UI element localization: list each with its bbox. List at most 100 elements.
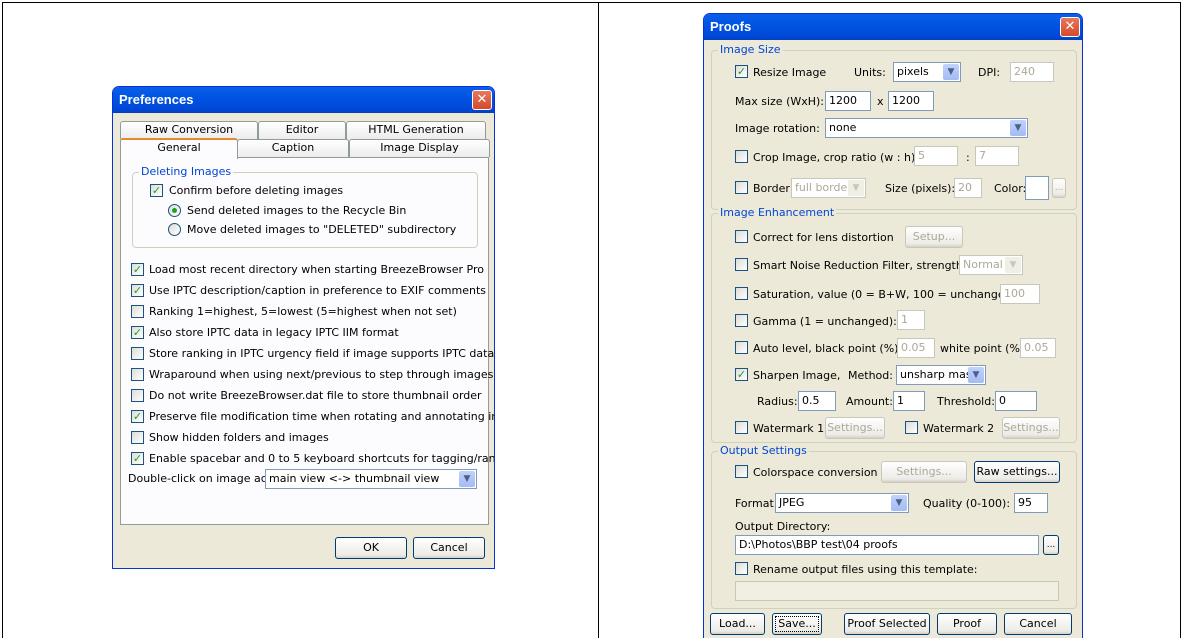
close-icon[interactable]: ✕ [472, 90, 492, 110]
recycle-radio[interactable] [168, 204, 181, 217]
tab-general[interactable]: General [120, 138, 238, 159]
option-checkbox[interactable]: ✓ [131, 284, 144, 297]
ok-button[interactable]: OK [335, 537, 407, 559]
option-label: Load most recent directory when starting… [149, 263, 484, 276]
tab-editor[interactable]: Editor [258, 121, 346, 139]
color-swatch[interactable] [1025, 176, 1049, 200]
option-checkbox[interactable]: ✓ [131, 263, 144, 276]
gamma-input[interactable]: 1 [897, 310, 925, 330]
tab-html-generation[interactable]: HTML Generation [346, 121, 486, 139]
cancel-button[interactable]: Cancel [413, 537, 485, 559]
gamma-checkbox[interactable] [735, 314, 748, 327]
move-radio[interactable] [168, 223, 181, 236]
option-checkbox[interactable] [131, 431, 144, 444]
saturation-input[interactable]: 100 [1000, 284, 1040, 304]
tab-raw-conversion[interactable]: Raw Conversion [120, 121, 258, 139]
color-picker-button[interactable]: ... [1052, 178, 1066, 198]
rotation-select[interactable]: none ▼ [825, 118, 1028, 138]
deleting-images-group: Deleting Images ✓ Confirm before deletin… [132, 165, 478, 248]
watermark2-settings-button[interactable]: Settings... [1002, 417, 1060, 439]
autolevel-checkbox[interactable] [735, 341, 748, 354]
option-checkbox[interactable] [131, 368, 144, 381]
tab-panel: Deleting Images ✓ Confirm before deletin… [120, 157, 494, 525]
load-button[interactable]: Load... [710, 613, 765, 635]
tab-caption[interactable]: Caption [237, 139, 349, 157]
crop-h-input[interactable]: 7 [975, 146, 1019, 166]
rename-checkbox[interactable] [735, 562, 748, 575]
option-label: Use IPTC description/caption in preferen… [149, 284, 486, 297]
format-label: Format: [735, 497, 778, 510]
dpi-label: DPI: [978, 66, 1001, 79]
watermark2-checkbox[interactable] [905, 421, 918, 434]
threshold-label: Threshold: [937, 395, 995, 408]
black-point-input[interactable]: 0.05 [897, 338, 935, 358]
quality-input[interactable]: 95 [1014, 493, 1048, 513]
units-select[interactable]: pixels ▼ [893, 62, 961, 82]
proof-button[interactable]: Proof [937, 613, 997, 635]
preferences-title: Preferences [119, 92, 194, 107]
method-label: Method: [848, 369, 893, 382]
amount-input[interactable]: 1 [893, 391, 925, 411]
height-input[interactable]: 1200 [888, 91, 934, 111]
rename-template-input[interactable] [735, 581, 1059, 601]
proof-selected-button[interactable]: Proof Selected [844, 613, 930, 635]
option-checkbox[interactable]: ✓ [131, 410, 144, 423]
saturation-label: Saturation, value (0 = B+W, 100 = unchan… [753, 288, 1020, 301]
option-label: Ranking 1=highest, 5=lowest (5=highest w… [149, 305, 457, 318]
setup-button[interactable]: Setup... [905, 226, 963, 248]
watermark1-settings-button[interactable]: Settings... [825, 417, 885, 439]
sharpen-checkbox[interactable]: ✓ [735, 368, 748, 381]
colorspace-settings-button[interactable]: Settings... [881, 461, 967, 483]
threshold-input[interactable]: 0 [995, 391, 1037, 411]
dpi-input[interactable]: 240 [1010, 62, 1054, 82]
colorspace-checkbox[interactable] [735, 465, 748, 478]
option-checkbox[interactable]: ✓ [131, 452, 144, 465]
save-button[interactable]: Save... [772, 613, 822, 635]
crop-checkbox[interactable] [735, 150, 748, 163]
output-dir-input[interactable]: D:\Photos\BBP test\04 proofs [735, 535, 1039, 555]
image-size-legend: Image Size [718, 43, 783, 56]
chevron-down-icon: ▼ [943, 64, 959, 80]
tab-image-display[interactable]: Image Display [349, 139, 490, 157]
colorspace-label: Colorspace conversion [753, 466, 878, 479]
watermark1-label: Watermark 1 [753, 422, 825, 435]
watermark2-label: Watermark 2 [923, 422, 995, 435]
close-icon[interactable]: ✕ [1060, 17, 1080, 37]
resize-checkbox[interactable]: ✓ [735, 65, 748, 78]
option-label: Enable spacebar and 0 to 5 keyboard shor… [149, 452, 495, 465]
saturation-checkbox[interactable] [735, 287, 748, 300]
option-checkbox[interactable] [131, 305, 144, 318]
move-label: Move deleted images to "DELETED" subdire… [187, 223, 457, 236]
option-checkbox[interactable]: ✓ [131, 326, 144, 339]
white-point-input[interactable]: 0.05 [1020, 338, 1056, 358]
border-select[interactable]: full border ▼ [791, 178, 866, 198]
deleting-images-legend: Deleting Images [139, 165, 234, 178]
white-point-label: white point (%): [940, 342, 1028, 355]
option-checkbox[interactable] [131, 389, 144, 402]
noise-select[interactable]: Normal ▼ [959, 255, 1023, 275]
option-checkbox[interactable] [131, 347, 144, 360]
browse-dir-button[interactable]: ... [1043, 535, 1059, 555]
chevron-down-icon: ▼ [459, 471, 475, 487]
max-size-label: Max size (WxH): [735, 95, 825, 108]
raw-settings-button[interactable]: Raw settings... [974, 461, 1060, 483]
proofs-title: Proofs [710, 19, 752, 34]
noise-checkbox[interactable] [735, 258, 748, 271]
border-checkbox[interactable] [735, 181, 748, 194]
format-select[interactable]: JPEG ▼ [775, 493, 909, 513]
border-size-input[interactable]: 20 [954, 178, 982, 198]
watermark1-checkbox[interactable] [735, 421, 748, 434]
cancel-button[interactable]: Cancel [1004, 613, 1072, 635]
method-select[interactable]: unsharp mask ▼ [896, 365, 986, 385]
chevron-down-icon: ▼ [1005, 257, 1021, 273]
radius-input[interactable]: 0.5 [798, 391, 836, 411]
column-divider [598, 2, 599, 638]
dblclick-select[interactable]: main view <-> thumbnail view ▼ [265, 469, 477, 489]
confirm-delete-checkbox[interactable]: ✓ [150, 184, 163, 197]
crop-w-input[interactable]: 5 [914, 146, 958, 166]
noise-label: Smart Noise Reduction Filter, strength: [753, 259, 967, 272]
width-input[interactable]: 1200 [825, 91, 871, 111]
option-label: Also store IPTC data in legacy IPTC IIM … [149, 326, 399, 339]
chevron-down-icon: ▼ [968, 367, 984, 383]
lens-checkbox[interactable] [735, 230, 748, 243]
